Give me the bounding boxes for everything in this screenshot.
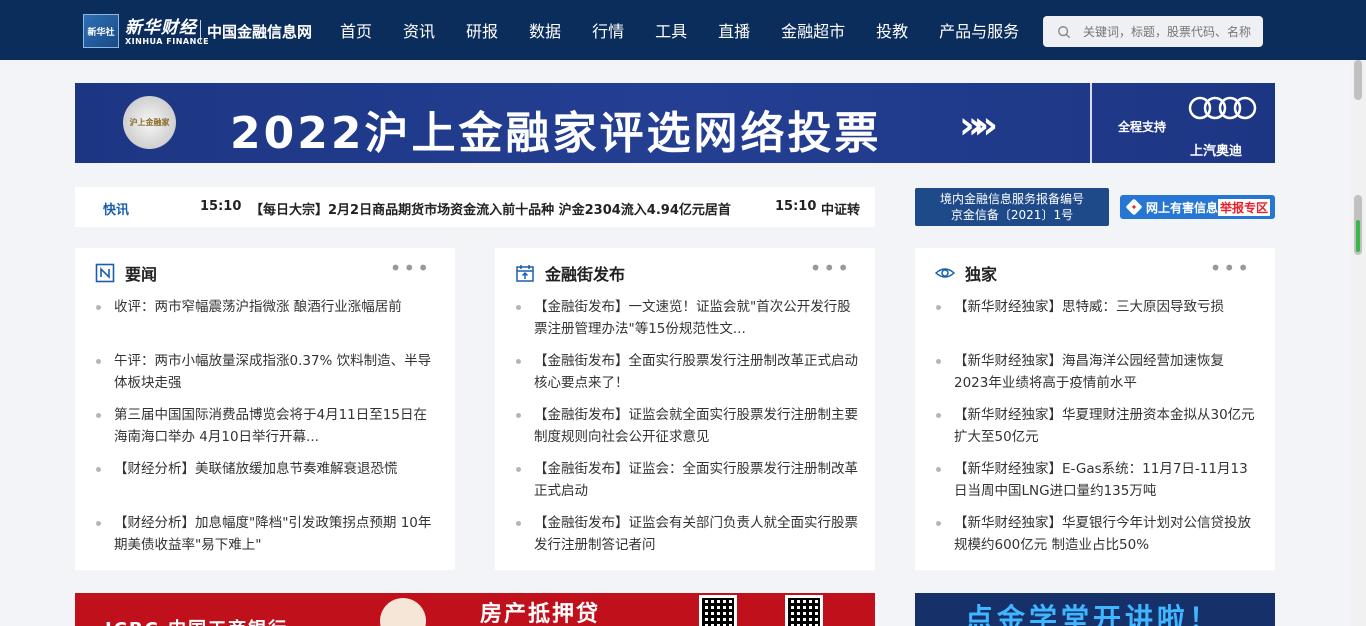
license-badge[interactable]: 境内金融信息服务报备编号 京金信备〔2021〕1号 — [915, 188, 1109, 226]
list-item[interactable]: 【金融街发布】证监会：全面实行股票发行注册制改革正式启动 — [515, 458, 860, 512]
card-title: 金融街发布 — [545, 265, 626, 284]
card-header: 金融街发布 — [515, 261, 625, 285]
list-item[interactable]: 午评：两市小幅放量深成指涨0.37% 饮料制造、半导体板块走强 — [95, 350, 440, 404]
report-button[interactable]: 网上有害信息 举报专区 — [1120, 195, 1275, 219]
news-list: 【金融街发布】一文速览！证监会就"首次公开发行股票注册管理办法"等15份规范性文… — [515, 296, 860, 566]
news-list: 【新华财经独家】思特威：三大原因导致亏损 【新华财经独家】海昌海洋公园经营加速恢… — [935, 296, 1260, 566]
nav-item-research[interactable]: 研报 — [466, 18, 498, 42]
logo-subtitle: XINHUA FINANCE — [125, 37, 210, 46]
ticker-time: 15:10 — [775, 199, 817, 214]
search-icon[interactable] — [1057, 25, 1071, 39]
site-name[interactable]: 中国金融信息网 — [207, 21, 312, 42]
report-highlight: 举报专区 — [1218, 198, 1271, 216]
card-finance-street: 金融街发布 ••• 【金融街发布】一文速览！证监会就"首次公开发行股票注册管理办… — [495, 248, 875, 570]
more-icon[interactable]: ••• — [390, 256, 431, 280]
nav-item-news[interactable]: 资讯 — [403, 18, 435, 42]
ticker-label[interactable]: 快讯 — [103, 199, 129, 218]
nav-item-data[interactable]: 数据 — [529, 18, 561, 42]
list-item[interactable]: 【新华财经独家】E-Gas系统：11月7日-11月13日当周中国LNG进口量约1… — [935, 458, 1260, 512]
scrollbar-thumb[interactable] — [1354, 60, 1362, 100]
list-item[interactable]: 第三届中国国际消费品博览会将于4月11日至15日在海南海口举办 4月10日举行开… — [95, 404, 440, 458]
logo-text[interactable]: 新华财经 — [125, 13, 197, 38]
more-icon[interactable]: ••• — [1210, 256, 1251, 280]
scrollbar-marker — [1356, 220, 1360, 252]
list-item[interactable]: 【金融街发布】证监会有关部门负责人就全面实行股票发行注册制答记者问 — [515, 512, 860, 566]
audi-logo-icon — [1188, 96, 1257, 120]
list-item[interactable]: 【新华财经独家】华夏理财注册资本金拟从30亿元扩大至50亿元 — [935, 404, 1260, 458]
card-header: 独家 — [935, 261, 997, 285]
card-header: 要闻 — [95, 261, 157, 285]
news-ticker: 快讯 15:10 【每日大宗】2月2日商品期货市场资金流入前十品种 沪金2304… — [75, 187, 875, 227]
card-headlines: 要闻 ••• 收评：两市窄幅震荡沪指微涨 酿酒行业涨幅居前 午评：两市小幅放量深… — [75, 248, 455, 570]
nav-item-market[interactable]: 行情 — [592, 18, 624, 42]
ticker-headline[interactable]: 中证转 — [821, 199, 860, 218]
qr-code-icon — [699, 595, 737, 626]
icbc-logo: ICBC 中国工商银行 — [105, 615, 288, 626]
report-text: 网上有害信息 — [1146, 200, 1219, 215]
xinhua-logo-mark[interactable]: 新华社 — [83, 14, 119, 48]
list-item[interactable]: 【新华财经独家】思特威：三大原因导致亏损 — [935, 296, 1260, 350]
medal-icon: 沪上金融家 — [123, 96, 176, 149]
list-item[interactable]: 【新华财经独家】华夏银行今年计划对公信贷投放规模约600亿元 制造业占比50% — [935, 512, 1260, 566]
nav-item-products[interactable]: 产品与服务 — [939, 18, 1019, 42]
list-item[interactable]: 【金融街发布】一文速览！证监会就"首次公开发行股票注册管理办法"等15份规范性文… — [515, 296, 860, 350]
ad-title: 点金学堂开讲啦！ — [965, 602, 1222, 626]
nav-item-live[interactable]: 直播 — [718, 18, 750, 42]
list-item[interactable]: 【新华财经独家】海昌海洋公园经营加速恢复 2023年业绩将高于疫情前水平 — [935, 350, 1260, 404]
banner-title: 2022沪上金融家评选网络投票 — [230, 108, 882, 159]
icbc-ad-banner[interactable]: ICBC 中国工商银行 房产抵押贷 — [75, 593, 875, 626]
logo-mark-text: 新华社 — [87, 27, 115, 38]
list-item[interactable]: 【财经分析】加息幅度"降档"引发政策拐点预期 10年期美债收益率"易下难上" — [95, 512, 440, 566]
list-item[interactable]: 【金融街发布】证监会就全面实行股票发行注册制主要制度规则向社会公开征求意见 — [515, 404, 860, 458]
more-icon[interactable]: ••• — [810, 256, 851, 280]
medal-text: 沪上金融家 — [129, 118, 170, 127]
logo-divider — [200, 20, 201, 42]
top-header: 新华社 新华财经 XINHUA FINANCE 中国金融信息网 首页 资讯 研报… — [0, 0, 1366, 60]
ticker-headline[interactable]: 【每日大宗】2月2日商品期货市场资金流入前十品种 沪金2304流入4.94亿元居… — [250, 199, 731, 218]
page-scrollbar[interactable] — [1351, 60, 1366, 626]
nav-item-tools[interactable]: 工具 — [655, 18, 687, 42]
license-line-1: 境内金融信息服务报备编号 — [939, 192, 1084, 206]
list-item[interactable]: 【财经分析】美联储放缓加息节奏难解衰退恐慌 — [95, 458, 440, 512]
list-item[interactable]: 【金融街发布】全面实行股票发行注册制改革正式启动 核心要点来了！ — [515, 350, 860, 404]
main-nav: 首页 资讯 研报 数据 行情 工具 直播 金融超市 投教 产品与服务 — [340, 0, 1050, 60]
school-ad-banner[interactable]: 点金学堂开讲啦！ — [915, 593, 1275, 626]
vote-banner[interactable]: 沪上金融家 2022沪上金融家评选网络投票 »» 全程支持 上汽奥迪 — [75, 83, 1275, 163]
eye-icon — [935, 268, 955, 278]
card-title: 独家 — [965, 265, 998, 284]
nav-item-finance-market[interactable]: 金融超市 — [781, 18, 845, 42]
license-line-2: 京金信备〔2021〕1号 — [950, 208, 1074, 222]
qr-code-icon — [785, 595, 823, 626]
ad-title: 房产抵押贷 — [480, 602, 601, 626]
search-input[interactable] — [1083, 24, 1258, 39]
news-list: 收评：两市窄幅震荡沪指微涨 酿酒行业涨幅居前 午评：两市小幅放量深成指涨0.37… — [95, 296, 440, 566]
ticker-time: 15:10 — [200, 199, 242, 214]
search-box — [1043, 16, 1263, 47]
sponsor-label: 全程支持 — [1118, 120, 1167, 134]
card-title: 要闻 — [125, 265, 158, 284]
sponsor-name: 上汽奥迪 — [1190, 144, 1243, 159]
card-exclusive: 独家 ••• 【新华财经独家】思特威：三大原因导致亏损 【新华财经独家】海昌海洋… — [915, 248, 1275, 570]
list-item[interactable]: 收评：两市窄幅震荡沪指微涨 酿酒行业涨幅居前 — [95, 296, 440, 350]
news-icon — [95, 263, 115, 283]
ad-badge-icon — [380, 598, 426, 626]
banner-divider — [1090, 83, 1092, 163]
report-icon — [1126, 199, 1142, 215]
nav-item-home[interactable]: 首页 — [340, 18, 372, 42]
calendar-icon — [516, 265, 534, 282]
double-chevron-icon: »» — [959, 103, 998, 147]
nav-item-education[interactable]: 投教 — [876, 18, 908, 42]
